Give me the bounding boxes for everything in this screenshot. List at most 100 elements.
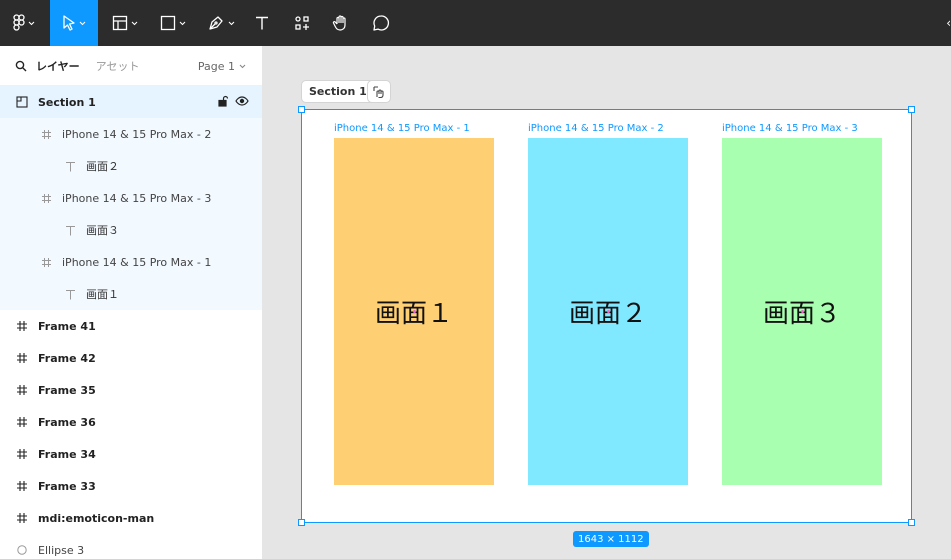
frame-hash-icon (15, 319, 29, 333)
layer-item-text-2[interactable]: 画面２ (0, 150, 262, 182)
layer-item-iphone-1[interactable]: iPhone 14 & 15 Pro Max - 1 (0, 246, 262, 278)
section-presentation-button[interactable] (367, 80, 391, 103)
shape-tool-button[interactable] (152, 0, 194, 46)
chevron-down-icon (239, 64, 246, 68)
layer-label: 画面１ (86, 288, 119, 301)
layer-label: Frame 41 (38, 319, 96, 333)
layer-item-emoticon-man[interactable]: mdi:emoticon-man (0, 502, 262, 534)
layer-label: mdi:emoticon-man (38, 511, 155, 525)
page-selector[interactable]: Page 1 (198, 46, 246, 86)
frame-hash-icon (15, 351, 29, 365)
overflow-chevron-icon[interactable]: ‹ (943, 0, 951, 46)
toolbar: ‹ (0, 0, 951, 46)
layer-item-frame-34[interactable]: Frame 34 (0, 438, 262, 470)
resize-handle-top-left[interactable] (298, 106, 305, 113)
tab-layers[interactable]: レイヤー (36, 58, 80, 74)
frame-label[interactable]: iPhone 14 & 15 Pro Max - 1 (334, 123, 470, 134)
frame-hash-icon (39, 191, 53, 205)
layer-item-ellipse-3[interactable]: Ellipse 3 (0, 534, 262, 559)
hand-icon (332, 15, 346, 31)
frame-hash-icon (15, 383, 29, 397)
page-label: Page 1 (197, 59, 235, 73)
hand-tool-button[interactable] (327, 0, 355, 46)
layer-label: Ellipse 3 (38, 543, 85, 557)
layer-label: Frame 36 (38, 415, 96, 429)
center-point (607, 310, 610, 313)
text-layer-icon (63, 287, 77, 301)
layer-item-frame-36[interactable]: Frame 36 (0, 406, 262, 438)
frame-hash-icon (15, 447, 29, 461)
layer-item-iphone-3[interactable]: iPhone 14 & 15 Pro Max - 3 (0, 182, 262, 214)
canvas[interactable]: Section 1 iPhone 14 & 15 Pro Max - 1 iPh… (264, 46, 951, 559)
layer-label: Frame 35 (38, 383, 96, 397)
chevron-down-icon (79, 21, 86, 25)
text-tool-button[interactable] (248, 0, 276, 46)
layer-label: 画面３ (86, 224, 119, 237)
layer-item-frame-41[interactable]: Frame 41 (0, 310, 262, 342)
frame-hash-icon (39, 127, 53, 141)
layers-panel: レイヤー アセット Page 1 Section 1 iPhone 14 & 1… (0, 46, 263, 559)
chevron-down-icon (179, 21, 186, 25)
frame-hash-icon (39, 255, 53, 269)
chevron-down-icon (131, 21, 138, 25)
frame-tool-button[interactable] (104, 0, 146, 46)
resize-handle-bottom-left[interactable] (298, 519, 305, 526)
ellipse-icon (15, 543, 29, 557)
chevron-down-icon (28, 21, 35, 25)
frame-hash-icon (15, 415, 29, 429)
chevron-down-icon (228, 21, 235, 25)
comment-tool-button[interactable] (367, 0, 395, 46)
section-icon (15, 95, 29, 109)
layer-item-section-1[interactable]: Section 1 (0, 86, 262, 118)
layer-label: Frame 34 (38, 447, 96, 461)
iphone-frame-1[interactable]: 画面１ (334, 138, 494, 485)
resize-handle-top-right[interactable] (908, 106, 915, 113)
resources-tool-button[interactable] (288, 0, 316, 46)
comment-icon (373, 15, 390, 31)
layer-item-text-3[interactable]: 画面３ (0, 214, 262, 246)
resize-handle-bottom-right[interactable] (908, 519, 915, 526)
iphone-frame-2[interactable]: 画面２ (528, 138, 688, 485)
layer-label: iPhone 14 & 15 Pro Max - 1 (62, 255, 212, 269)
layer-label: Frame 42 (38, 351, 96, 365)
panel-header: レイヤー アセット Page 1 (0, 46, 262, 86)
text-layer-icon (63, 159, 77, 173)
section-1-frame[interactable]: iPhone 14 & 15 Pro Max - 1 iPhone 14 & 1… (298, 106, 915, 526)
layer-item-text-1[interactable]: 画面１ (0, 278, 262, 310)
layer-label: Frame 33 (38, 479, 96, 493)
dimensions-badge: 1643 × 1112 (573, 531, 649, 547)
components-icon (295, 16, 309, 30)
search-icon[interactable] (15, 60, 27, 72)
frame-hash-icon (15, 479, 29, 493)
move-tool-button[interactable] (50, 0, 98, 46)
frame-icon (112, 15, 128, 31)
layer-label: Section 1 (38, 95, 96, 109)
unlock-icon[interactable] (217, 95, 229, 107)
pen-tool-button[interactable] (200, 0, 242, 46)
iphone-frame-3[interactable]: 画面３ (722, 138, 882, 485)
layer-item-frame-33[interactable]: Frame 33 (0, 470, 262, 502)
center-point (413, 310, 416, 313)
tab-assets[interactable]: アセット (96, 58, 140, 74)
layer-label: iPhone 14 & 15 Pro Max - 2 (62, 127, 212, 141)
layer-label: iPhone 14 & 15 Pro Max - 3 (62, 191, 212, 205)
layer-item-iphone-2[interactable]: iPhone 14 & 15 Pro Max - 2 (0, 118, 262, 150)
section-pointer-icon (373, 85, 384, 98)
section-label-tag[interactable]: Section 1 (301, 80, 375, 103)
center-point (801, 310, 804, 313)
main-menu-button[interactable] (0, 0, 48, 46)
figma-logo-icon (13, 14, 25, 31)
rectangle-icon (160, 15, 176, 31)
cursor-icon (63, 15, 75, 31)
text-icon (256, 16, 268, 30)
layer-item-frame-35[interactable]: Frame 35 (0, 374, 262, 406)
frame-hash-icon (15, 511, 29, 525)
layer-label: 画面２ (86, 160, 119, 173)
frame-label[interactable]: iPhone 14 & 15 Pro Max - 2 (528, 123, 664, 134)
frame-label[interactable]: iPhone 14 & 15 Pro Max - 3 (722, 123, 858, 134)
text-layer-icon (63, 223, 77, 237)
layer-actions (217, 95, 249, 107)
eye-icon[interactable] (235, 95, 249, 107)
pen-icon (209, 16, 223, 30)
layer-item-frame-42[interactable]: Frame 42 (0, 342, 262, 374)
